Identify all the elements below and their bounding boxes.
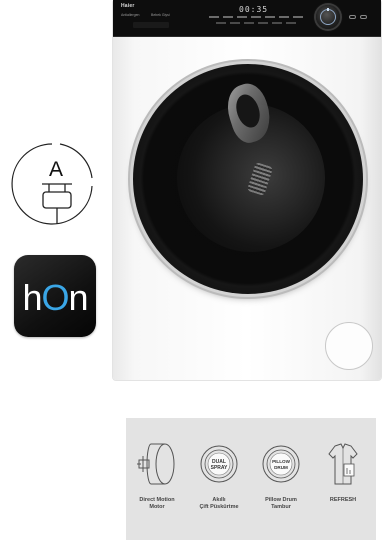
program-knob xyxy=(316,5,340,29)
energy-class-letter: A xyxy=(49,158,63,181)
indicator-leds xyxy=(209,16,309,24)
feature-label-line: Akıllı xyxy=(212,497,226,503)
service-hatch xyxy=(325,322,373,370)
svg-text:PILLOW: PILLOW xyxy=(272,459,291,464)
svg-text:DRUM: DRUM xyxy=(274,465,288,470)
direct-motion-motor-icon xyxy=(137,443,175,485)
feature-label-line: Tambur xyxy=(271,504,291,510)
control-panel: Haier Antiallergen Bebek Giysi 00:35 xyxy=(113,0,381,37)
washing-machine-image: Haier Antiallergen Bebek Giysi 00:35 xyxy=(113,0,381,380)
feature-pillow-drum: PILLOW DRUM Pillow Drum Tambur xyxy=(250,440,312,536)
power-button-icon xyxy=(349,15,356,19)
program-label: Antiallergen xyxy=(121,13,140,17)
feature-label-line: Motor xyxy=(149,504,165,510)
hon-logo: hOn xyxy=(22,277,88,318)
feature-dual-spray: DUAL SPRAY Akıllı Çift Püskürtme xyxy=(188,440,250,536)
pillow-drum-icon: PILLOW DRUM xyxy=(262,445,300,483)
feature-label-line: Çift Püskürtme xyxy=(199,504,239,510)
energy-class-tag: A xyxy=(8,140,98,235)
plug-icon: A xyxy=(11,143,93,225)
feature-direct-motion: Direct Motion Motor xyxy=(126,440,188,536)
features-panel: Direct Motion Motor DUAL SPRAY Akıllı Çi… xyxy=(126,418,376,540)
panel-slot xyxy=(133,22,169,28)
brand-logo: Haier xyxy=(121,3,135,9)
hon-app-icon: hOn xyxy=(14,255,96,337)
time-display: 00:35 xyxy=(239,5,269,14)
program-label: Bebek Giysi xyxy=(151,13,170,17)
start-button-icon xyxy=(360,15,367,19)
refresh-shirt-icon xyxy=(328,443,358,485)
dual-spray-icon: DUAL SPRAY xyxy=(200,445,238,483)
feature-label-line: REFRESH xyxy=(329,497,357,503)
feature-refresh: REFRESH xyxy=(312,440,374,536)
door xyxy=(133,64,363,294)
svg-text:SPRAY: SPRAY xyxy=(211,465,228,471)
feature-label-line: Pillow Drum xyxy=(265,497,297,503)
feature-label-line: Direct Motion xyxy=(139,497,175,503)
